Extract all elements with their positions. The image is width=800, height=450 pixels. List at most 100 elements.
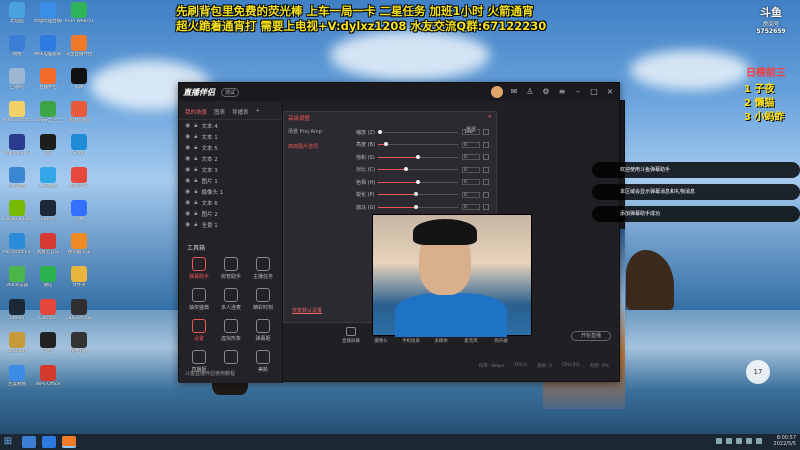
slider-knob[interactable] bbox=[414, 192, 419, 197]
file-explorer-icon[interactable] bbox=[22, 436, 36, 448]
tool-item[interactable]: 弹幕姬 bbox=[247, 319, 279, 342]
eye-icon[interactable]: ◉ bbox=[185, 144, 190, 151]
input-method-icon[interactable] bbox=[756, 438, 762, 444]
lock-icon[interactable]: 🔒︎ bbox=[194, 177, 197, 185]
desktop-icon[interactable]: 360安全卫士 bbox=[34, 101, 62, 123]
tray-icon[interactable] bbox=[716, 438, 722, 444]
slider-track[interactable] bbox=[378, 179, 458, 184]
source-item[interactable]: ◉ 🔒︎ 全景 1 bbox=[179, 219, 282, 230]
eye-icon[interactable]: ◉ bbox=[185, 177, 190, 184]
lock-icon[interactable]: 🔒︎ bbox=[194, 144, 197, 152]
eye-icon[interactable]: ◉ bbox=[185, 188, 190, 195]
version-badge[interactable]: 测试 bbox=[221, 87, 240, 97]
source-item[interactable]: ◉ 🔒︎ 文本 4 bbox=[179, 120, 282, 131]
tab-director[interactable]: 导播表 bbox=[232, 108, 249, 116]
desktop-icon[interactable]: Steam bbox=[3, 299, 31, 321]
desktop-icon[interactable]: 斗鱼 bbox=[34, 332, 62, 354]
tool-item[interactable]: 抽奖盛典 bbox=[183, 288, 215, 311]
lock-icon[interactable]: 🔒︎ bbox=[194, 155, 197, 163]
desktop-icon[interactable]: 斗鱼直播伴侣 bbox=[65, 35, 93, 57]
slider-value[interactable]: 0 bbox=[462, 204, 480, 211]
slider-checkbox[interactable] bbox=[483, 154, 489, 161]
desktop-icon[interactable]: 剪映 bbox=[65, 68, 93, 90]
lock-icon[interactable]: 🔒︎ bbox=[194, 221, 197, 229]
menu-item-proj-amp[interactable]: 场景 Proj Amp bbox=[288, 128, 346, 135]
desktop-icon[interactable]: 百度网盘 bbox=[3, 365, 31, 387]
lock-icon[interactable]: 🔒︎ bbox=[194, 166, 197, 174]
tool-item[interactable]: 精彩时刻 bbox=[247, 288, 279, 311]
tool-item[interactable]: 主播任务 bbox=[247, 257, 279, 280]
slider-knob[interactable] bbox=[404, 167, 408, 172]
desktop-icon[interactable]: 飞书 bbox=[65, 200, 93, 222]
source-item[interactable]: ◉ 🔒︎ 文本 5 bbox=[179, 142, 282, 153]
slider-value[interactable]: 0 bbox=[462, 166, 480, 173]
desktop-icon[interactable]: OBS Studio bbox=[65, 299, 93, 321]
desktop-icon[interactable]: Iriun Webcam bbox=[65, 2, 93, 24]
settings-icon[interactable]: ⚙ bbox=[541, 87, 551, 97]
lock-icon[interactable]: 🔒︎ bbox=[194, 133, 197, 141]
tool-item[interactable]: 设置 bbox=[183, 319, 215, 342]
eye-icon[interactable]: ◉ bbox=[185, 210, 190, 217]
slider-track[interactable] bbox=[378, 204, 458, 209]
slider-value[interactable]: 0 bbox=[462, 191, 480, 198]
slider-knob[interactable] bbox=[384, 142, 388, 147]
desktop-icon[interactable]: 游戏加速器 bbox=[65, 101, 93, 123]
slider-track[interactable] bbox=[378, 192, 458, 197]
menu-icon[interactable]: ≡ bbox=[557, 87, 567, 97]
eye-icon[interactable]: ◉ bbox=[185, 166, 190, 173]
qq-icon[interactable] bbox=[42, 436, 56, 448]
desktop-icon[interactable]: GeForce Experience bbox=[3, 200, 31, 222]
slider-checkbox[interactable] bbox=[483, 191, 489, 198]
lock-icon[interactable]: 🔒︎ bbox=[194, 199, 197, 207]
desktop-icon[interactable]: 控制面板 bbox=[3, 167, 31, 189]
tab-charts[interactable]: 图表 bbox=[214, 108, 225, 116]
desktop-icon[interactable]: 快捷方式 bbox=[65, 332, 93, 354]
bottom-tool[interactable]: 直播屏幕 bbox=[339, 327, 363, 344]
desktop-icon[interactable]: 此电脑 bbox=[3, 2, 31, 24]
eye-icon[interactable]: ◉ bbox=[185, 199, 190, 206]
desktop-icon[interactable]: WPS Office bbox=[34, 365, 62, 387]
slider-track[interactable] bbox=[377, 129, 458, 134]
desktop-icon[interactable]: Microsoft Edge bbox=[3, 233, 31, 255]
eye-icon[interactable]: ◉ bbox=[185, 155, 190, 162]
minimize-icon[interactable]: – bbox=[573, 87, 583, 97]
tool-item[interactable]: 多人连麦 bbox=[215, 288, 247, 311]
desktop-icon[interactable]: Wallpaper Engine bbox=[3, 134, 31, 156]
desktop-icon[interactable]: 搜狗输入法 bbox=[65, 233, 93, 255]
source-item[interactable]: ◉ 🔒︎ 文本 3 bbox=[179, 164, 282, 175]
slider-track[interactable] bbox=[378, 142, 458, 147]
slider-value[interactable]: 0 bbox=[462, 179, 480, 186]
desktop-icon[interactable]: 360浏览器 bbox=[3, 266, 31, 288]
slider-track[interactable] bbox=[378, 167, 458, 172]
lock-icon[interactable]: 🔒︎ bbox=[194, 188, 197, 196]
source-item[interactable]: ◉ 🔒︎ 图片 1 bbox=[179, 175, 282, 186]
desktop-icon[interactable]: Chrome bbox=[34, 299, 62, 321]
desktop-icon[interactable]: 腾讯视频 bbox=[34, 167, 62, 189]
eye-icon[interactable]: ◉ bbox=[185, 221, 190, 228]
network-icon[interactable] bbox=[736, 438, 742, 444]
tool-item[interactable]: 美颜 bbox=[247, 350, 279, 373]
add-scene-button[interactable]: + bbox=[256, 108, 261, 116]
source-item[interactable]: ◉ 🔒︎ 文本 2 bbox=[179, 153, 282, 164]
maximize-icon[interactable]: □ bbox=[589, 87, 599, 97]
source-item[interactable]: ◉ 🔒︎ 文本 1 bbox=[179, 131, 282, 142]
desktop-icon[interactable]: Administrator bbox=[3, 101, 31, 123]
desktop-icon[interactable]: WeGame bbox=[3, 332, 31, 354]
tutorial-link[interactable]: 斗鱼直播伴侣使用教程 bbox=[185, 370, 235, 377]
slider-value[interactable]: 0 bbox=[462, 154, 480, 161]
eye-icon[interactable]: ◉ bbox=[185, 133, 190, 140]
tool-item[interactable]: 房管助手 bbox=[215, 257, 247, 280]
lock-icon[interactable]: 🔒︎ bbox=[194, 210, 197, 218]
tab-scenes[interactable]: 我的场景 bbox=[185, 108, 207, 116]
desktop-icon[interactable]: 酷狗音乐 bbox=[65, 167, 93, 189]
start-live-button[interactable]: 开始直播 bbox=[571, 331, 611, 341]
slider-knob[interactable] bbox=[416, 154, 420, 159]
slider-checkbox[interactable] bbox=[483, 129, 489, 136]
desktop-icon[interactable]: 腾讯电脑管家 bbox=[34, 35, 62, 57]
slider-checkbox[interactable] bbox=[483, 179, 489, 186]
desktop-icon[interactable]: QQ bbox=[34, 134, 62, 156]
desktop-icon[interactable]: 哔哩哔哩直播姬 bbox=[34, 2, 62, 24]
tool-item[interactable]: 虚拟形象 bbox=[215, 319, 247, 342]
source-item[interactable]: ◉ 🔒︎ 图片 2 bbox=[179, 208, 282, 219]
desktop-icon[interactable]: Steam bbox=[34, 200, 62, 222]
